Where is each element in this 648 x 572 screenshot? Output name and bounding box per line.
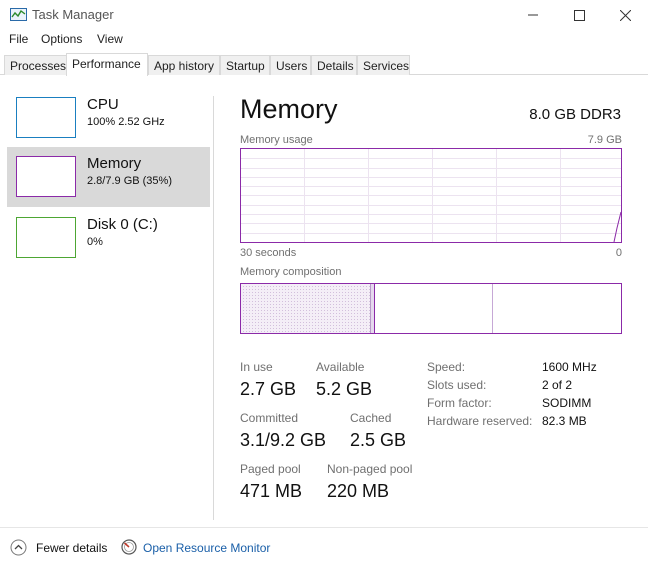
speed-label: Speed: [427, 360, 466, 374]
page-title: Memory [240, 94, 338, 124]
minimize-button[interactable] [510, 0, 556, 30]
panel-divider[interactable] [213, 96, 214, 520]
resource-name: Disk 0 (C:) [87, 216, 158, 233]
hardware-reserved-label: Hardware reserved: [427, 414, 533, 428]
fewer-details-button[interactable]: Fewer details [36, 541, 107, 555]
tab-details[interactable]: Details [311, 55, 357, 75]
memory-spec: 8.0 GB DDR3 [529, 106, 621, 123]
window-title: Task Manager [32, 7, 114, 22]
tab-processes[interactable]: Processes [4, 55, 67, 75]
memory-thumbnail-graph [16, 156, 76, 197]
task-manager-icon [10, 8, 27, 21]
cpu-thumbnail-graph [16, 97, 76, 138]
slots-used-label: Slots used: [427, 378, 487, 392]
menu-options[interactable]: Options [41, 32, 82, 46]
open-resource-monitor-link[interactable]: Open Resource Monitor [143, 541, 270, 555]
resource-cpu[interactable]: CPU 100% 2.52 GHz [7, 88, 210, 148]
footer-divider [0, 527, 648, 528]
resource-disk[interactable]: Disk 0 (C:) 0% [7, 208, 210, 268]
paged-pool-value: 471 MB [240, 481, 303, 501]
usage-graph-max: 7.9 GB [587, 134, 622, 146]
in-use-value: 2.7 GB [240, 379, 297, 399]
maximize-icon [573, 9, 585, 21]
committed-label: Committed [240, 411, 299, 425]
available-value: 5.2 GB [316, 379, 373, 399]
memory-composition-bar [240, 283, 622, 334]
speed-value: 1600 MHz [542, 360, 597, 374]
usage-time-label: 30 seconds [240, 247, 297, 259]
form-factor-value: SODIMM [542, 396, 592, 410]
tab-startup[interactable]: Startup [220, 55, 270, 75]
disk-thumbnail-graph [16, 217, 76, 258]
chevron-up-circle-icon[interactable] [10, 539, 27, 556]
tab-services[interactable]: Services [357, 55, 410, 75]
hardware-reserved-value: 82.3 MB [542, 414, 587, 428]
non-paged-pool-value: 220 MB [327, 481, 390, 501]
resource-detail: 0% [87, 236, 103, 248]
resource-monitor-icon [121, 539, 137, 555]
resource-name: CPU [87, 96, 119, 113]
non-paged-pool-label: Non-paged pool [327, 462, 413, 476]
cached-label: Cached [350, 411, 392, 425]
slots-used-value: 2 of 2 [542, 378, 573, 392]
close-icon [619, 9, 631, 21]
available-label: Available [316, 360, 365, 374]
resource-name: Memory [87, 155, 142, 172]
resource-memory[interactable]: Memory 2.8/7.9 GB (35%) [7, 147, 210, 207]
composition-in-use [241, 284, 370, 333]
paged-pool-label: Paged pool [240, 462, 301, 476]
close-button[interactable] [602, 0, 648, 30]
maximize-button[interactable] [556, 0, 602, 30]
tab-performance[interactable]: Performance [66, 53, 148, 76]
resource-detail: 100% 2.52 GHz [87, 116, 165, 128]
usage-graph-label: Memory usage [240, 134, 313, 146]
resource-detail: 2.8/7.9 GB (35%) [87, 175, 172, 187]
composition-label: Memory composition [240, 266, 342, 278]
minimize-icon [528, 14, 538, 16]
menu-file[interactable]: File [9, 32, 28, 46]
menu-view[interactable]: View [97, 32, 123, 46]
tab-app-history[interactable]: App history [148, 55, 220, 75]
cached-value: 2.5 GB [350, 430, 407, 450]
form-factor-label: Form factor: [427, 396, 492, 410]
in-use-label: In use [240, 360, 273, 374]
memory-usage-graph [240, 148, 622, 243]
committed-value: 3.1/9.2 GB [240, 430, 327, 450]
usage-min-label: 0 [615, 247, 622, 259]
tab-users[interactable]: Users [270, 55, 311, 75]
